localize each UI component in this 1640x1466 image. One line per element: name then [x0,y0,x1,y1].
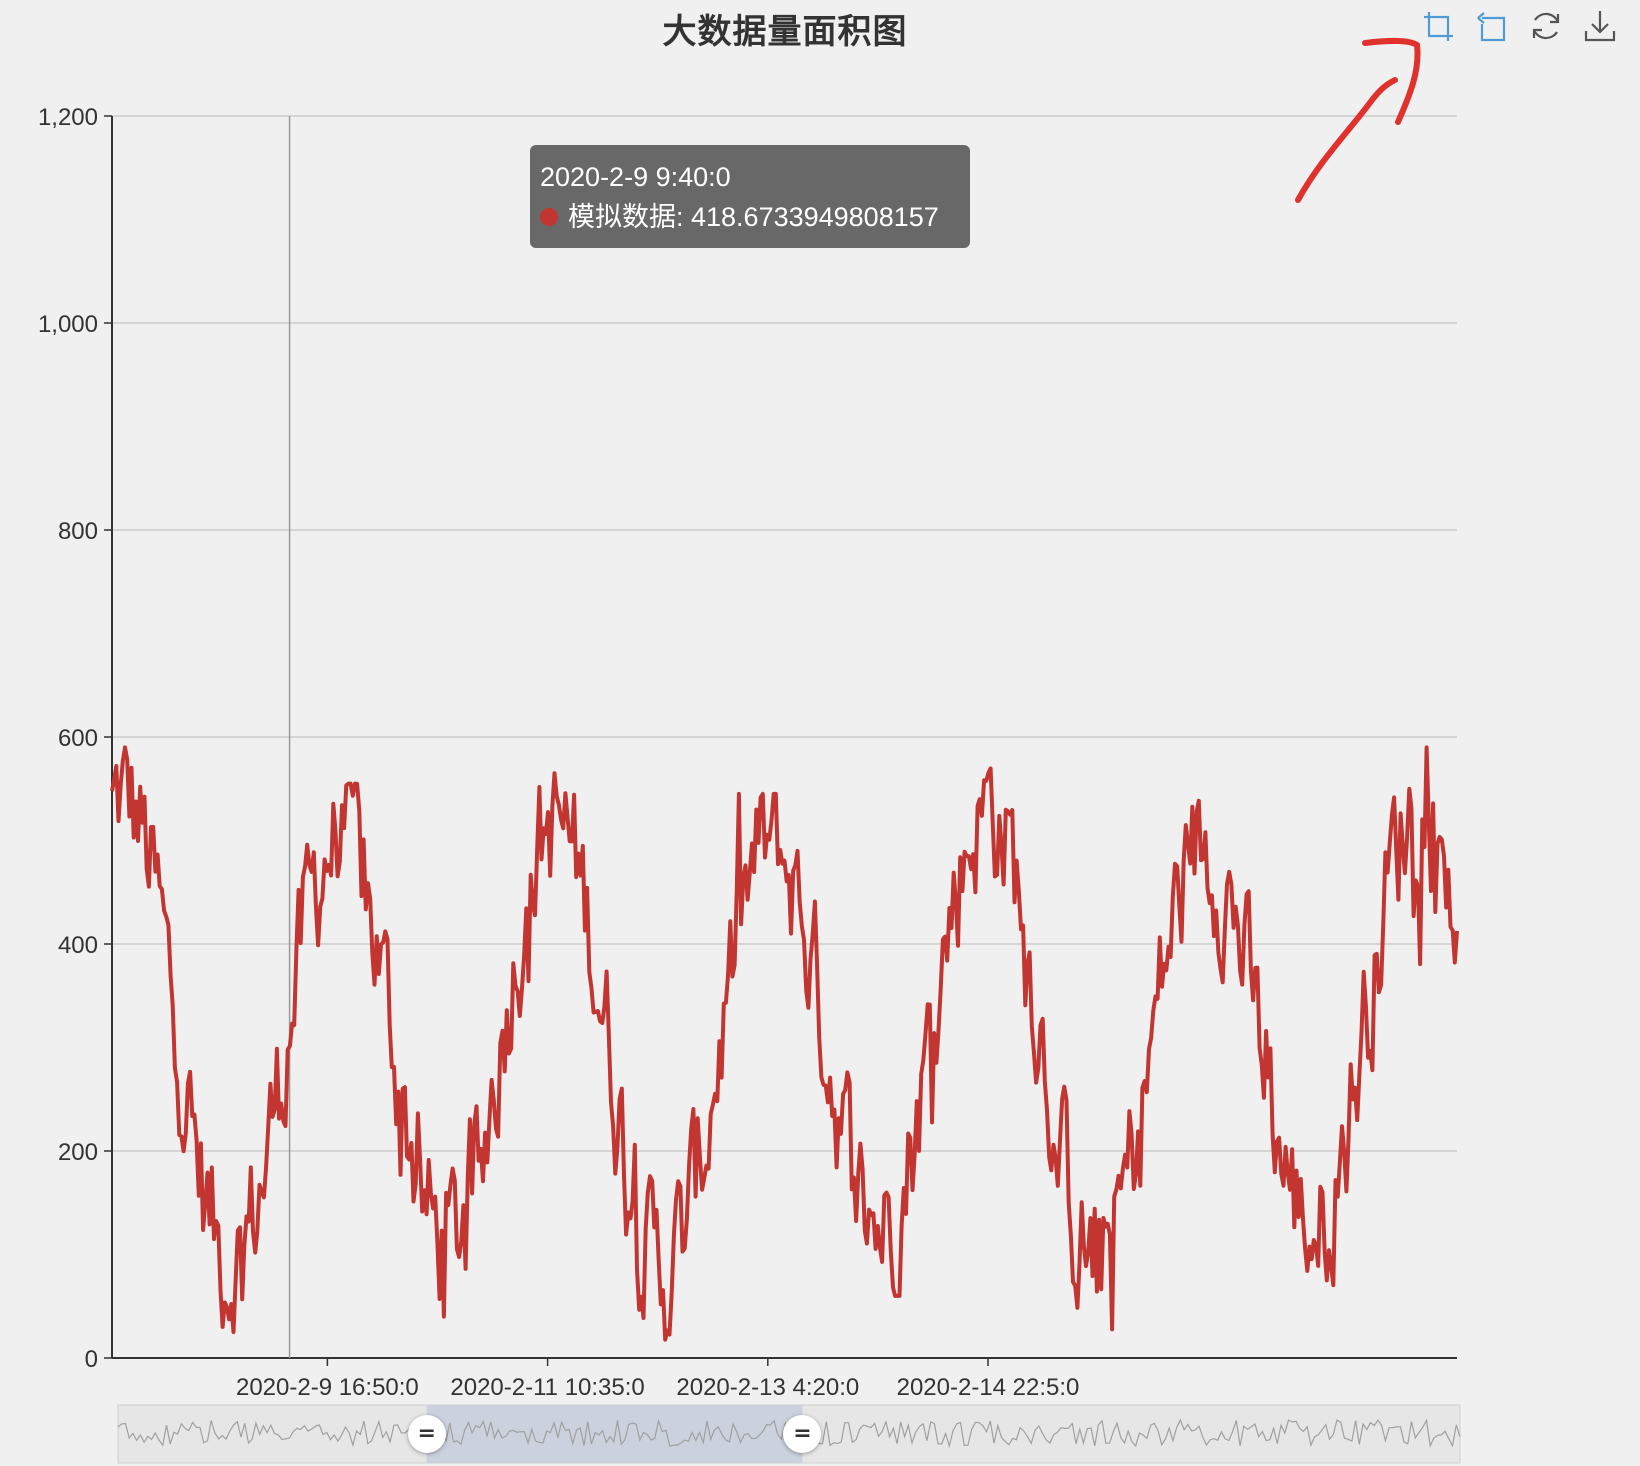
x-tick-label: 2020-2-11 10:35:0 [450,1374,644,1401]
chart-title: 大数据量面积图 [662,12,908,52]
x-tick-label: 2020-2-9 16:50:0 [236,1374,419,1401]
download-icon[interactable] [1582,8,1618,44]
y-tick-label: 800 [58,518,98,545]
series-line [110,745,1459,1342]
y-tick-label: 600 [58,725,98,752]
y-tick-label: 200 [58,1139,98,1166]
series-color-dot [540,207,558,226]
y-tick-label: 1,200 [38,104,98,131]
y-tick-label: 400 [58,932,98,959]
x-tick-label: 2020-2-13 4:20:0 [676,1374,859,1401]
restore-icon[interactable] [1528,8,1564,44]
y-tick-label: 1,000 [38,311,98,338]
y-tick-label: 0 [85,1346,98,1373]
tooltip: 2020-2-9 9:40:0 模拟数据: 418.6733949808157 [530,145,970,248]
zoom-back-icon[interactable] [1474,8,1510,44]
toolbox [1420,8,1618,44]
chart-container: 0 200 400 600 800 1,000 1,200 2020-2-9 16:50:0 2… [0,0,1640,1466]
tooltip-series-label: 模拟数据: 418.6733949808157 [568,202,939,232]
x-tick-label: 2020-2-14 22:5:0 [897,1374,1080,1401]
datazoom-handle-left[interactable]: = [407,1415,446,1453]
tooltip-time: 2020-2-9 9:40:0 [540,162,731,192]
zoom-icon[interactable] [1420,8,1456,44]
tooltip-series-row: 模拟数据: 418.6733949808157 [540,197,960,237]
